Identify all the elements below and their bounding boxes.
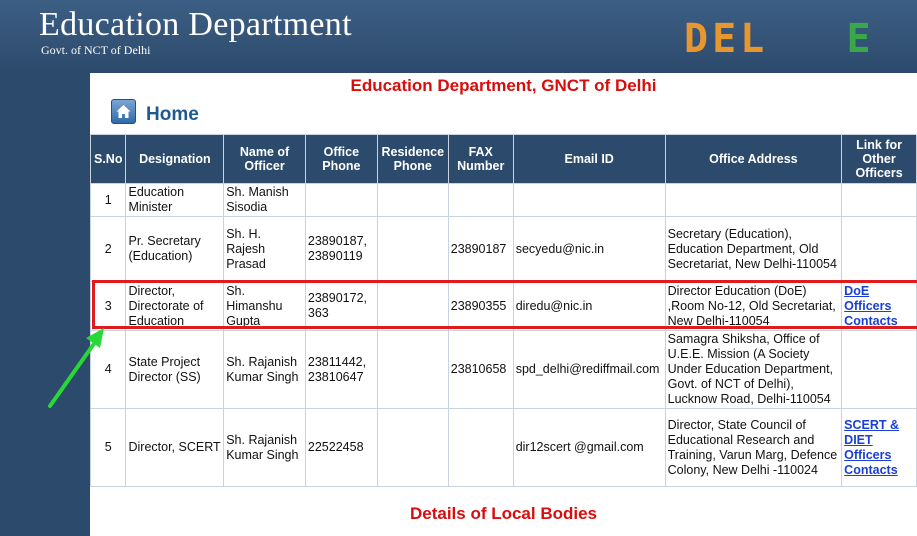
cell-address: Director, State Council of Educational R… xyxy=(664,408,843,487)
cell-residence-phone xyxy=(376,183,449,217)
cell-name: Sh. Manish Sisodia xyxy=(223,183,306,217)
header-link: Link for Other Officers xyxy=(841,134,917,184)
cell-fax: 23890187 xyxy=(447,216,514,282)
cell-address xyxy=(664,183,843,217)
cell-residence-phone xyxy=(376,216,449,282)
cell-name: Sh. Rajanish Kumar Singh xyxy=(223,408,306,487)
cell-fax xyxy=(447,183,514,217)
header-address: Office Address xyxy=(664,134,843,184)
cell-address: Secretary (Education), Education Departm… xyxy=(664,216,843,282)
cell-designation: Director, SCERT xyxy=(125,408,225,487)
dele-logo: DEL E xyxy=(684,16,875,62)
table-row: 5 Director, SCERT Sh. Rajanish Kumar Sin… xyxy=(89,408,917,487)
cell-email: spd_delhi@rediffmail.com xyxy=(512,330,666,409)
cell-office-phone: 23811442, 23810647 xyxy=(304,330,378,409)
header-residence-phone: Residence Phone xyxy=(376,134,449,184)
header-email: Email ID xyxy=(512,134,666,184)
cell-designation: Education Minister xyxy=(125,183,225,217)
cell-sno: 2 xyxy=(89,216,127,282)
table-header-row: S.No Designation Name of Officer Office … xyxy=(89,134,917,184)
cell-designation: State Project Director (SS) xyxy=(125,330,225,409)
highlight-box xyxy=(92,280,917,329)
header-designation: Designation xyxy=(125,134,225,184)
cell-link xyxy=(841,183,917,217)
cell-designation: Pr. Secretary (Education) xyxy=(125,216,225,282)
left-sidebar xyxy=(0,73,90,536)
cell-name: Sh. H. Rajesh Prasad xyxy=(223,216,306,282)
table-row: 2 Pr. Secretary (Education) Sh. H. Rajes… xyxy=(89,216,917,282)
site-subtitle: Govt. of NCT of Delhi xyxy=(41,43,151,57)
logo-text-e: E xyxy=(846,16,875,62)
cell-email xyxy=(512,183,666,217)
cell-fax xyxy=(447,408,514,487)
home-icon[interactable] xyxy=(111,99,136,124)
cell-office-phone: 22522458 xyxy=(304,408,378,487)
local-bodies-heading: Details of Local Bodies xyxy=(409,504,598,523)
cell-email: secyedu@nic.in xyxy=(512,216,666,282)
table-row: 4 State Project Director (SS) Sh. Rajani… xyxy=(89,330,917,409)
header-name: Name of Officer xyxy=(223,134,306,184)
cell-fax: 23810658 xyxy=(447,330,514,409)
header-sno: S.No xyxy=(89,134,127,184)
cell-link xyxy=(841,330,917,409)
table-row: 1 Education Minister Sh. Manish Sisodia xyxy=(89,183,917,217)
cell-link xyxy=(841,216,917,282)
cell-link: SCERT & DIET Officers Contacts xyxy=(841,408,917,487)
cell-office-phone: 23890187, 23890119 xyxy=(304,216,378,282)
cell-name: Sh. Rajanish Kumar Singh xyxy=(223,330,306,409)
cell-sno: 5 xyxy=(89,408,127,487)
cell-residence-phone xyxy=(376,408,449,487)
header-office-phone: Office Phone xyxy=(304,134,378,184)
home-label: Home xyxy=(146,104,199,125)
arrow-icon xyxy=(48,328,104,408)
header-fax: FAX Number xyxy=(447,134,514,184)
page-heading: Education Department, GNCT of Delhi xyxy=(350,76,657,95)
scert-officers-link[interactable]: SCERT & DIET Officers Contacts xyxy=(844,418,899,477)
cell-address: Samagra Shiksha, Office of U.E.E. Missio… xyxy=(664,330,843,409)
cell-sno: 1 xyxy=(89,183,127,217)
cell-residence-phone xyxy=(376,330,449,409)
site-title: Education Department xyxy=(39,6,352,43)
cell-office-phone xyxy=(304,183,378,217)
logo-text-del: DEL xyxy=(684,16,769,62)
site-header: Education Department Govt. of NCT of Del… xyxy=(0,0,917,73)
cell-email: dir12scert @gmail.com xyxy=(512,408,666,487)
